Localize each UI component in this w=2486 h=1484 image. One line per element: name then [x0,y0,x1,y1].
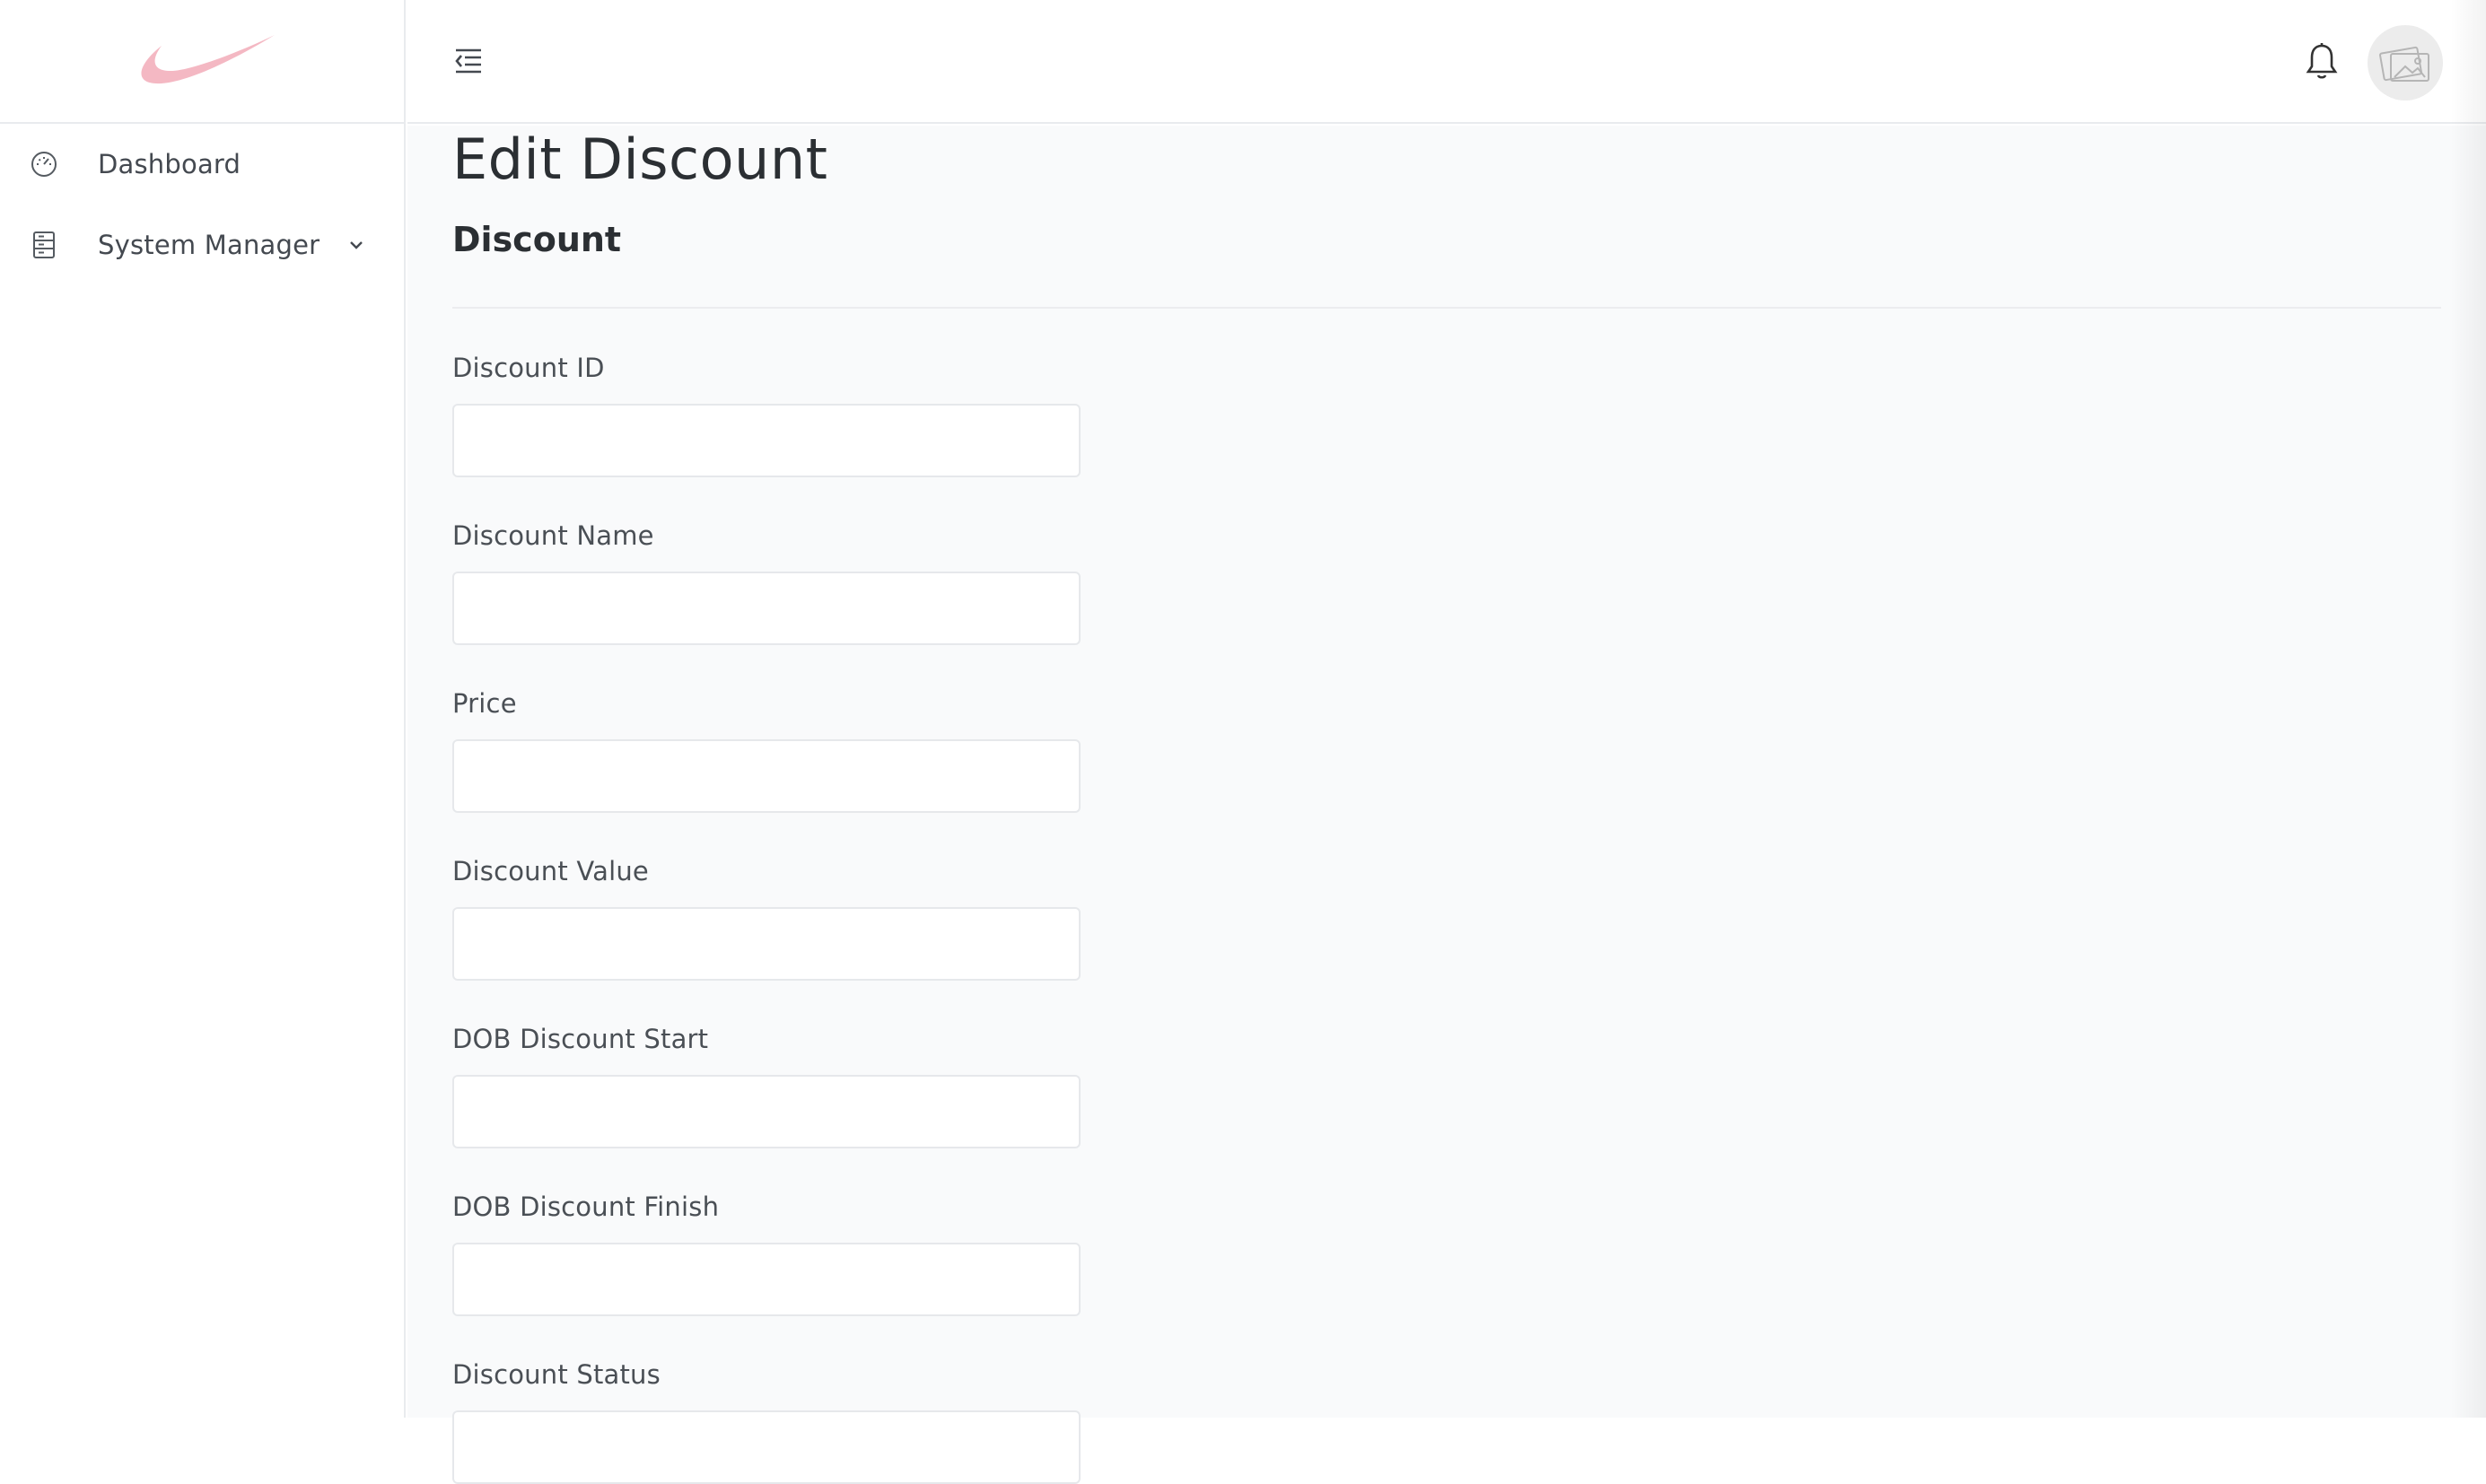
dob-discount-start-input[interactable] [452,1075,1081,1148]
dob-discount-start-label: DOB Discount Start [452,1024,709,1054]
bell-icon[interactable] [2303,41,2341,81]
discount-status-label: Discount Status [452,1359,661,1390]
discount-id-field: Discount ID [452,350,1081,477]
price-label: Price [452,688,517,719]
logo-area [0,0,404,124]
discount-value-label: Discount Value [452,856,649,886]
sidebar-item-system-manager[interactable]: System Manager [0,205,404,285]
top-header [407,0,2486,124]
dob-discount-start-field: DOB Discount Start [452,1021,1081,1148]
section-divider [452,307,2441,309]
server-icon [29,230,59,260]
main-content: Edit Discount Discount Discount ID Disco… [407,126,2486,1484]
discount-value-field: Discount Value [452,853,1081,981]
discount-name-input[interactable] [452,572,1081,645]
discount-name-label: Discount Name [452,520,654,551]
brand-logo[interactable] [126,30,278,92]
discount-status-field: Discount Status [452,1357,1081,1484]
menu-toggle-icon[interactable] [452,45,485,77]
section-title: Discount [452,220,622,259]
sidebar-nav: Dashboard System Manager [0,124,404,285]
page-title: Edit Discount [452,127,828,192]
chevron-down-icon[interactable] [346,235,366,255]
gauge-icon [29,149,59,179]
price-field: Price [452,685,1081,813]
sidebar-item-label: System Manager [98,230,320,260]
dob-discount-finish-label: DOB Discount Finish [452,1192,720,1222]
discount-status-input[interactable] [452,1410,1081,1484]
image-placeholder-icon [2379,46,2429,82]
dob-discount-finish-input[interactable] [452,1243,1081,1316]
sidebar-item-label: Dashboard [98,149,241,179]
dob-discount-finish-field: DOB Discount Finish [452,1189,1081,1316]
discount-id-input[interactable] [452,404,1081,477]
sidebar: Dashboard System Manager [0,0,406,1418]
avatar[interactable] [2368,25,2443,100]
discount-value-input[interactable] [452,907,1081,981]
sidebar-item-dashboard[interactable]: Dashboard [0,124,404,205]
discount-name-field: Discount Name [452,518,1081,645]
discount-id-label: Discount ID [452,353,605,383]
price-input[interactable] [452,739,1081,813]
